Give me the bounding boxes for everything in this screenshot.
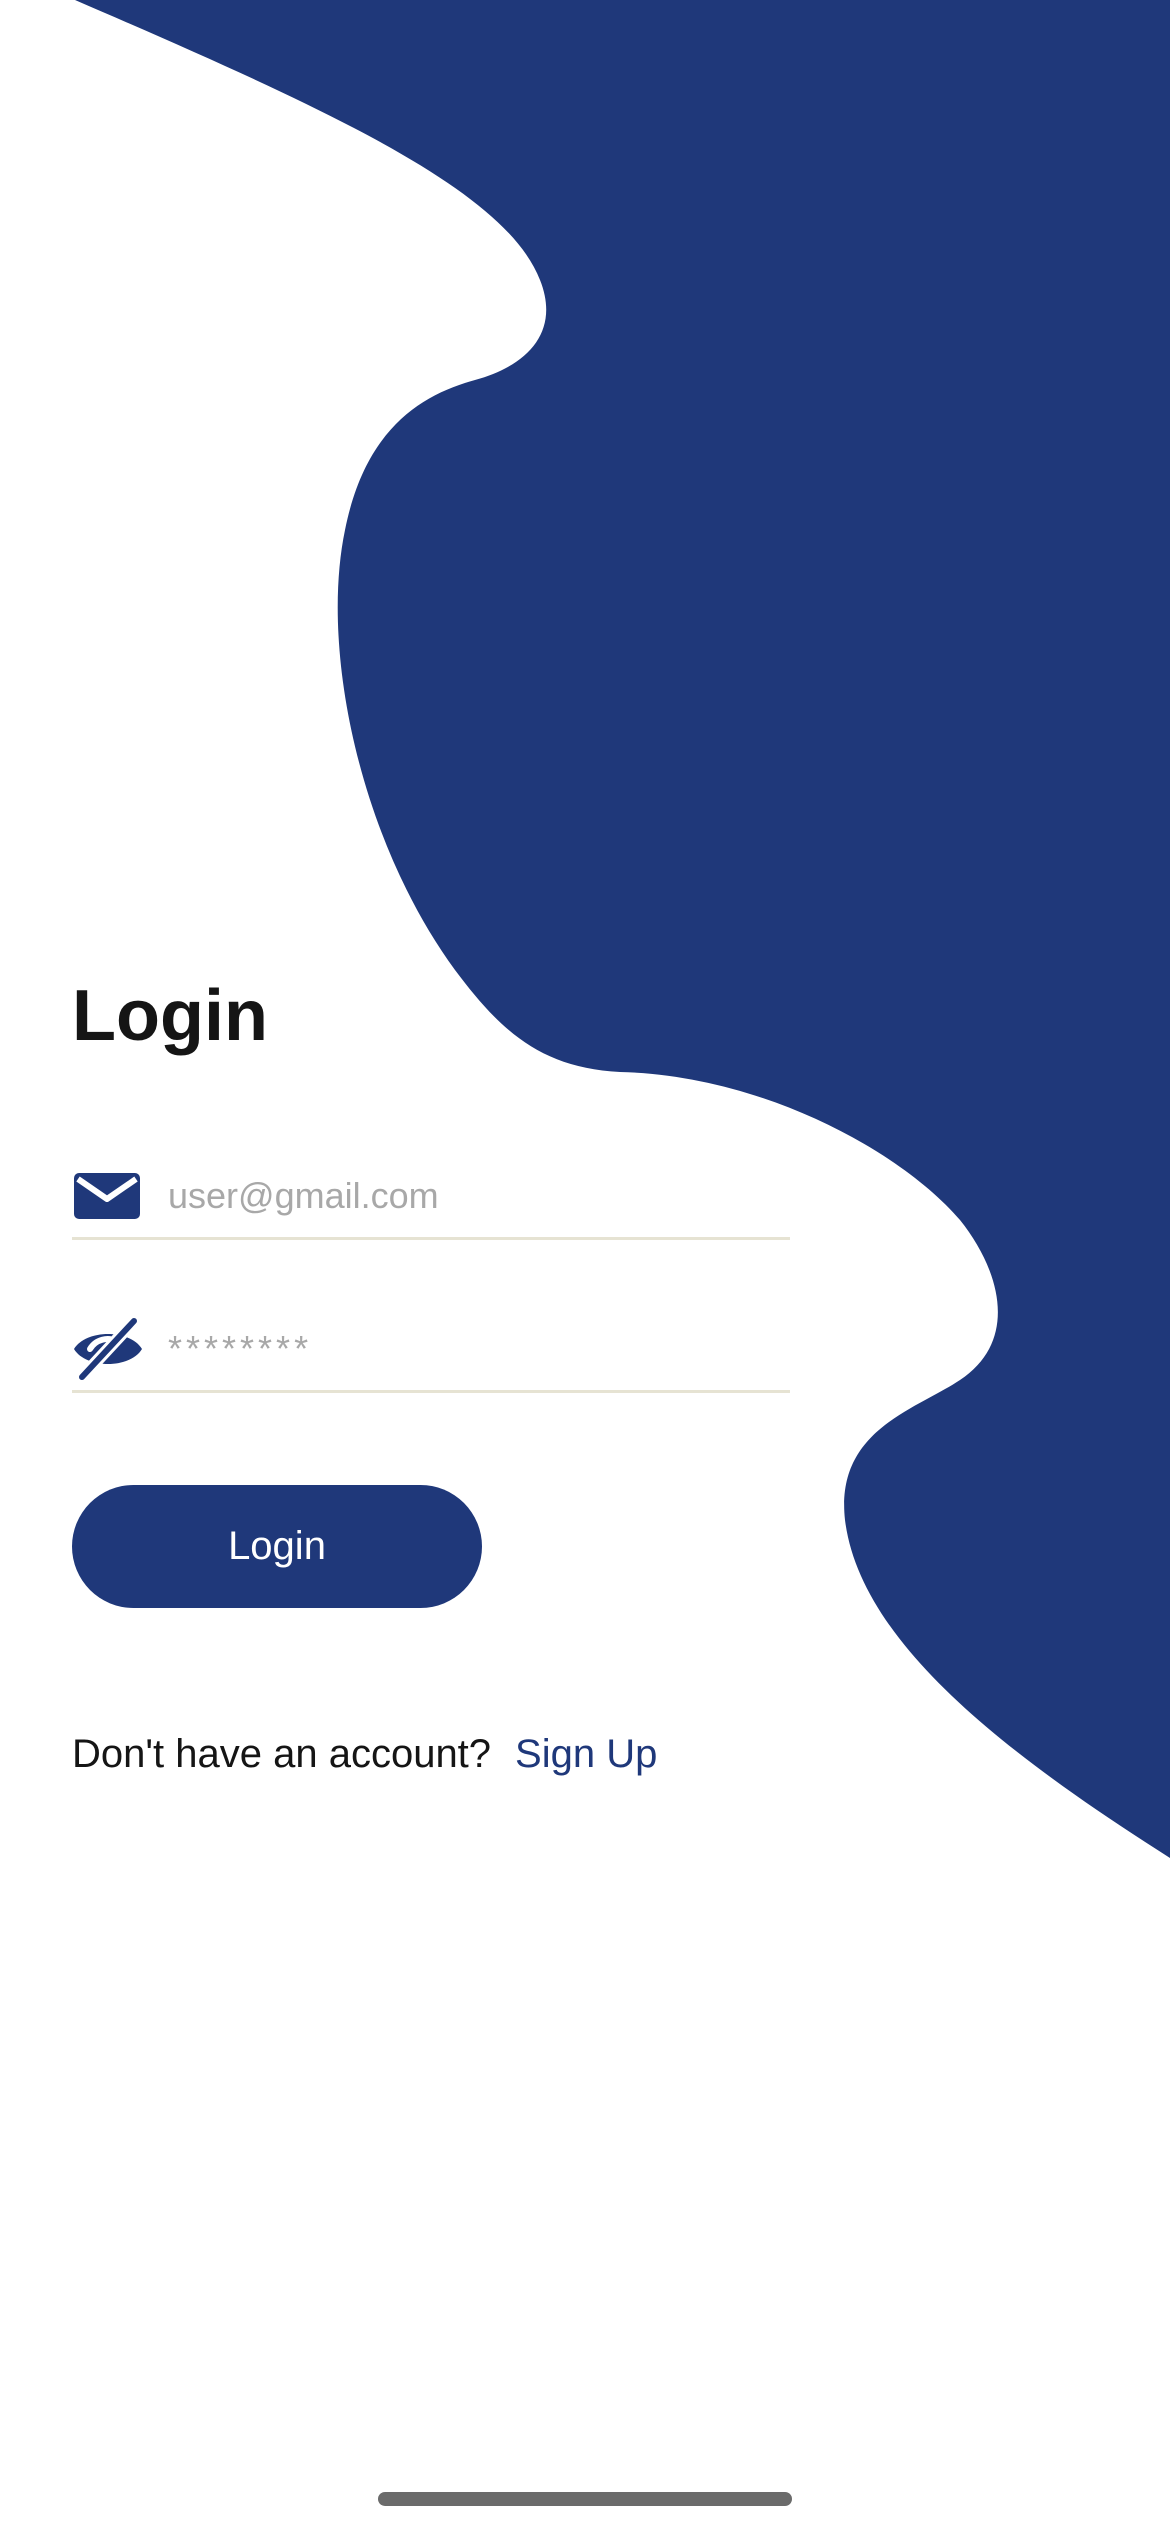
home-indicator[interactable] (378, 2492, 792, 2506)
eye-slash-icon[interactable] (72, 1313, 144, 1385)
decorative-wave-background (75, 0, 1170, 1858)
email-field-row (72, 1155, 790, 1240)
signup-link[interactable]: Sign Up (515, 1732, 657, 1776)
envelope-icon (72, 1160, 144, 1232)
password-input[interactable] (168, 1319, 790, 1379)
login-screen: Login Login Don't have an account? Sign U… (0, 0, 1170, 2532)
signup-row: Don't have an account? Sign Up (72, 1730, 657, 1778)
password-field-row (72, 1308, 790, 1393)
signup-prompt: Don't have an account? (72, 1732, 492, 1776)
page-title: Login (72, 976, 268, 1056)
login-button[interactable]: Login (72, 1485, 482, 1608)
email-input[interactable] (168, 1166, 790, 1226)
